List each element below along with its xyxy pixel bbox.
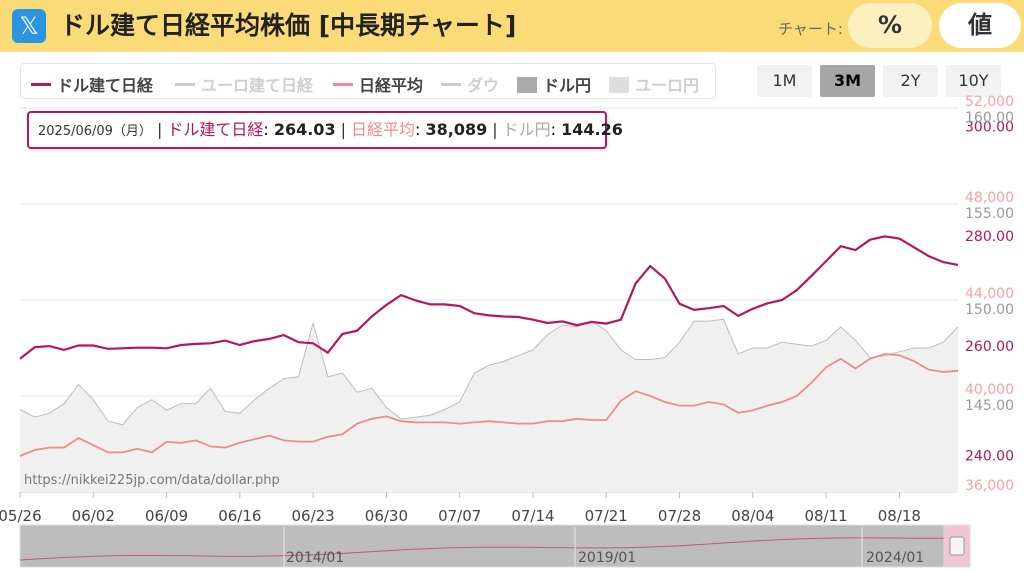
navigator-year-label: 2024/01 bbox=[866, 550, 924, 566]
nikkei-tick-label: 48,000 bbox=[965, 190, 1014, 206]
dollar-nikkei-tick-label: 280.00 bbox=[965, 229, 1014, 245]
x-tick-label: 06/02 bbox=[72, 507, 115, 525]
nikkei-tick-label: 52,000 bbox=[965, 94, 1014, 110]
navigator-handle[interactable] bbox=[949, 536, 965, 556]
usdjpy-tick-label: 145.00 bbox=[965, 398, 1014, 414]
nikkei-tick-label: 36,000 bbox=[965, 478, 1014, 494]
tooltip-date: 2025/06/09（月） bbox=[38, 124, 152, 139]
x-tick-label: 06/30 bbox=[365, 507, 408, 525]
hover-tooltip: 2025/06/09（月） | ドル建て日経: 264.03 | 日経平均: 38,08… bbox=[27, 111, 623, 149]
dollar-nikkei-tick-label: 260.00 bbox=[965, 339, 1014, 355]
tooltip-usdjpy-label: ドル円 bbox=[502, 120, 551, 139]
x-tick-label: 07/07 bbox=[438, 507, 481, 525]
nikkei-tick-label: 44,000 bbox=[965, 286, 1014, 302]
navigator-year-label: 2014/01 bbox=[286, 550, 344, 566]
tooltip-nikkei-label: 日経平均 bbox=[350, 120, 415, 139]
usdjpy-tick-label: 150.00 bbox=[965, 302, 1014, 318]
tooltip-separator: | bbox=[492, 120, 498, 139]
tooltip-dollar-value: 264.03 bbox=[273, 120, 336, 139]
x-tick-label: 07/21 bbox=[585, 507, 628, 525]
x-tick-label: 08/04 bbox=[731, 507, 774, 525]
x-tick-label: 07/14 bbox=[511, 507, 554, 525]
tooltip-separator: | bbox=[156, 120, 163, 139]
navigator-strip[interactable] bbox=[19, 524, 971, 568]
navigator-year-label: 2019/01 bbox=[578, 550, 636, 566]
usdjpy-tick-label: 155.00 bbox=[965, 206, 1014, 222]
x-tick-label: 08/11 bbox=[804, 507, 847, 525]
x-tick-label: 07/28 bbox=[658, 507, 701, 525]
tooltip-dollar-label: ドル建て日経 bbox=[167, 120, 264, 139]
dollar-nikkei-tick-label: 240.00 bbox=[965, 449, 1014, 465]
tooltip-nikkei-value: 38,089 bbox=[425, 120, 488, 139]
usdjpy-tick-label: 160.00 bbox=[965, 110, 1014, 126]
x-tick-label: 08/18 bbox=[878, 507, 921, 525]
dollar-nikkei-line bbox=[19, 235, 959, 360]
x-tick-label: 06/16 bbox=[218, 507, 261, 525]
x-tick-label: 06/09 bbox=[145, 507, 188, 525]
tooltip-usdjpy-value: 144.26 bbox=[561, 120, 623, 139]
x-tick-label: 06/23 bbox=[292, 507, 335, 525]
tooltip-separator: | bbox=[340, 120, 346, 139]
source-url[interactable]: https://nikkei225jp.com/data/dollar.php bbox=[24, 473, 280, 488]
nikkei-tick-label: 40,000 bbox=[965, 382, 1014, 398]
x-tick-label: 05/26 bbox=[0, 507, 42, 525]
